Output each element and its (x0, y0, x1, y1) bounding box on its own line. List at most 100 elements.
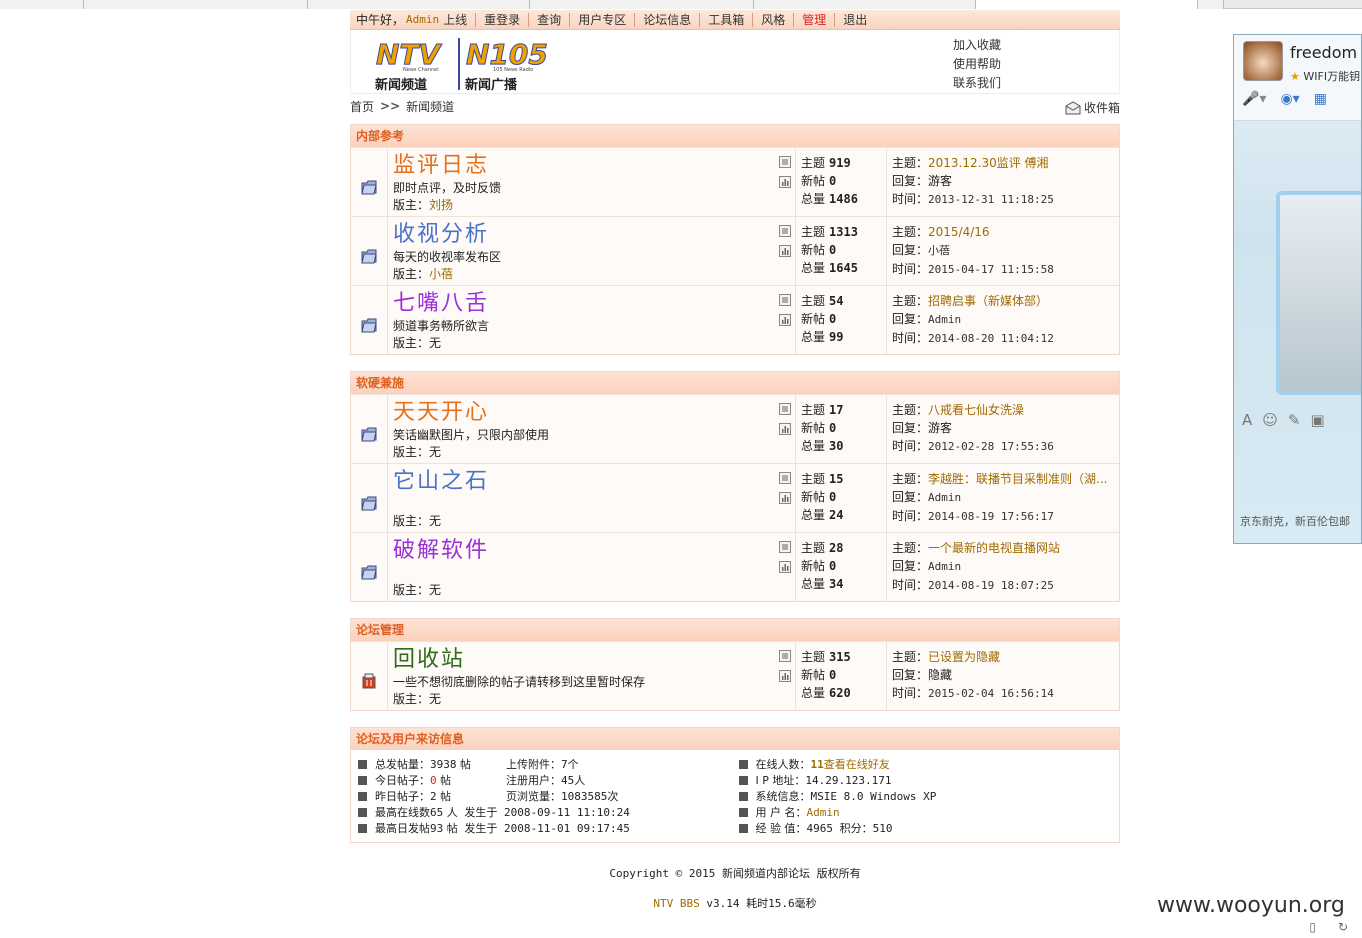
topic-list-icon[interactable] (779, 225, 791, 240)
breadcrumb-home[interactable]: 首页 (350, 98, 374, 115)
forum-name[interactable]: 收视分析 (393, 221, 795, 249)
total-count: 620 (829, 686, 851, 700)
forum-stats-icon[interactable] (779, 314, 791, 329)
forum-stats: 主题 919 新帖 0 总量 1486 (796, 148, 887, 216)
forum-stats-icon[interactable] (779, 561, 791, 576)
last-reply-user[interactable]: Admin (928, 491, 961, 504)
forum-stats-icon[interactable] (779, 670, 791, 685)
qq-chat-window[interactable]: freedom ★ WIFI万能钥 🎤▾ ◉▾ ▦ A ☺ ✎ ▣ 京东耐克，新… (1233, 34, 1362, 544)
forum-name[interactable]: 破解软件 (393, 537, 795, 565)
forum-name[interactable]: 监评日志 (393, 152, 795, 180)
topics-count: 315 (829, 650, 851, 664)
last-topic-link[interactable]: 招聘启事（新媒体部） (928, 294, 1048, 308)
topic-list-icon[interactable] (779, 156, 791, 171)
nav-online[interactable]: 上线 (439, 13, 475, 27)
moderator-name: 无 (429, 692, 442, 706)
stats-row: 今日帖子：0 帖 注册用户： 45 人 (358, 772, 739, 788)
topic-list-icon[interactable] (779, 541, 791, 556)
topic-list-icon[interactable] (779, 294, 791, 309)
forum-row: 它山之石 版主：无 主题 15 新帖 0 总量 24 主题：李越胜：联播节目采制准则（湖... 回… (351, 463, 1119, 532)
font-icon[interactable]: A (1242, 411, 1252, 429)
refresh-icon[interactable]: ↻ (1338, 920, 1348, 934)
new-posts-count: 0 (829, 312, 837, 326)
inbox-link[interactable]: 收件箱 (1065, 99, 1120, 116)
nav-logout[interactable]: 退出 (834, 13, 876, 27)
last-topic-link[interactable]: 2013.12.30监评 傅湘 (928, 156, 1049, 170)
nav-search[interactable]: 查询 (528, 13, 570, 27)
forum-stats-icon[interactable] (779, 176, 791, 191)
forum-name[interactable]: 回收站 (393, 646, 795, 674)
emoji-icon[interactable]: ☺ (1262, 411, 1278, 429)
microphone-icon[interactable]: 🎤▾ (1242, 91, 1266, 107)
app-grid-icon[interactable]: ▦ (1314, 91, 1327, 107)
moderator-name: 无 (429, 514, 442, 528)
moderator-name[interactable]: 小蓓 (429, 267, 453, 281)
app-name[interactable]: NTV BBS (653, 897, 699, 910)
bullet-icon (738, 791, 748, 801)
nav-toolbox[interactable]: 工具箱 (699, 13, 753, 27)
link-add-favorite[interactable]: 加入收藏 (953, 36, 1001, 55)
visitor-label: 系统信息： (755, 790, 811, 803)
visitor-value[interactable]: Admin (807, 806, 840, 819)
total-label: 总量 (801, 192, 826, 206)
forum-stats-icon[interactable] (779, 423, 791, 438)
stats-right: 在线人数： 11 查看在线好友 I P 地址： 14.29.123.171 系统信息： M… (738, 756, 1120, 836)
screenshot-icon[interactable]: ▣ (1310, 411, 1324, 429)
last-time-label: 时间： (892, 509, 929, 523)
last-reply-label: 回复： (892, 421, 929, 435)
category-title[interactable]: 论坛管理 (351, 619, 1119, 641)
last-topic-link[interactable]: 李越胜：联播节目采制准则（湖... (928, 472, 1107, 486)
view-online-friends-link[interactable]: 查看在线好友 (824, 756, 890, 772)
last-topic-link[interactable]: 已设置为隐藏 (928, 650, 1000, 664)
forum-stats-icon[interactable] (779, 492, 791, 507)
topic-list-icon[interactable] (779, 472, 791, 487)
forum-stats: 主题 17 新帖 0 总量 30 (796, 395, 887, 463)
nav-user-zone[interactable]: 用户专区 (569, 13, 635, 27)
forum-name[interactable]: 七嘴八舌 (393, 290, 795, 318)
forum-row: 收视分析 每天的收视率发布区 版主：小蓓 主题 1313 新帖 0 总量 1645 主题：2015… (351, 216, 1119, 285)
avatar[interactable] (1243, 41, 1283, 81)
stats-row: 最高日发帖93 帖 发生于 2008-11-01 09:17:45 (358, 820, 739, 836)
stat-unit-2: 人 (574, 774, 586, 787)
forum-name[interactable]: 它山之石 (393, 468, 795, 496)
total-label: 总量 (801, 686, 826, 700)
camera-icon[interactable]: ◉▾ (1280, 91, 1299, 107)
bullet-icon (738, 807, 748, 817)
browser-tab-strip[interactable] (0, 0, 1362, 9)
link-help[interactable]: 使用帮助 (953, 55, 1001, 74)
phone-icon[interactable]: ▯ (1309, 920, 1316, 934)
header-links: 加入收藏 使用帮助 联系我们 (953, 36, 1001, 93)
last-topic-link[interactable]: 八戒看七仙女洗澡 (928, 403, 1024, 417)
category-list: 内部参考 监评日志 即时点评，及时反馈 版主：刘扬 主题 919 新帖 0 总量 1486 主题：2… (350, 124, 1120, 711)
nav-admin[interactable]: 管理 (793, 13, 835, 27)
nav-items: 上线 重登录 查询 用户专区 论坛信息 工具箱 风格 管理 退出 (439, 11, 876, 28)
last-topic-label: 主题： (892, 541, 929, 555)
nav-style[interactable]: 风格 (752, 13, 794, 27)
topic-list-icon[interactable] (779, 403, 791, 418)
current-user[interactable]: Admin (406, 13, 439, 26)
topic-list-icon[interactable] (779, 650, 791, 665)
total-label: 总量 (801, 330, 826, 344)
forum-stats-icon[interactable] (779, 245, 791, 260)
last-reply-user[interactable]: 小蓓 (928, 244, 950, 257)
last-reply-user[interactable]: Admin (928, 313, 961, 326)
last-topic-link[interactable]: 2015/4/16 (928, 225, 990, 239)
nav-relogin[interactable]: 重登录 (475, 13, 529, 27)
topics-count: 15 (829, 472, 844, 486)
last-topic-link[interactable]: 一个最新的电视直播网站 (928, 541, 1060, 555)
stat-label: 总发帖量： (375, 758, 430, 771)
last-reply-user[interactable]: Admin (928, 560, 961, 573)
last-post-time: 2014-08-19 17:56:17 (928, 510, 1054, 523)
site-logo[interactable]: NTV News Channel 新闻频道 N105 105 News Radi… (373, 36, 548, 94)
moderator-name[interactable]: 刘扬 (429, 198, 453, 212)
link-contact[interactable]: 联系我们 (953, 74, 1001, 93)
qq-ad-text[interactable]: 京东耐克，新百伦包邮 (1240, 513, 1350, 529)
shake-icon[interactable]: ✎ (1288, 411, 1301, 429)
breadcrumb-current[interactable]: 新闻频道 (406, 98, 454, 115)
forum-stats: 主题 28 新帖 0 总量 34 (796, 533, 887, 601)
nav-forum-info[interactable]: 论坛信息 (634, 13, 700, 27)
video-preview (1276, 191, 1361, 395)
category-title[interactable]: 内部参考 (351, 125, 1119, 147)
forum-name[interactable]: 天天开心 (393, 399, 795, 427)
category-title[interactable]: 软硬兼施 (351, 372, 1119, 394)
